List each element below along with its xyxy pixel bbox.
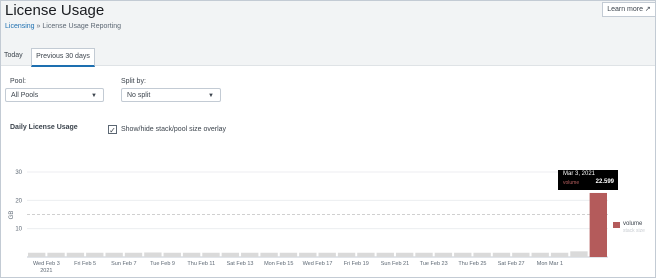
x-tick-label: Wed Feb 3 2021 bbox=[33, 261, 60, 274]
x-tick-label: Mon Feb 15 bbox=[264, 261, 293, 267]
chart-heading: Daily License Usage bbox=[10, 124, 78, 131]
legend-swatch-volume[interactable] bbox=[613, 222, 620, 228]
x-tick-label: Thu Feb 11 bbox=[187, 261, 215, 267]
bar bbox=[531, 252, 549, 257]
bar bbox=[376, 252, 394, 257]
y-tick-label: 30 bbox=[15, 170, 22, 176]
split-by-select[interactable]: No split ▼ bbox=[121, 88, 221, 102]
bar bbox=[299, 252, 317, 257]
tooltip-series: volume bbox=[563, 180, 580, 186]
bar bbox=[415, 252, 433, 257]
bar bbox=[512, 252, 530, 257]
bar bbox=[473, 252, 491, 257]
x-tick-label: Tue Feb 9 bbox=[150, 261, 175, 267]
bar bbox=[66, 252, 85, 257]
split-by-select-value: No split bbox=[127, 92, 151, 99]
tooltip-date: Mar 3, 2021 bbox=[563, 171, 596, 177]
overlay-checkbox[interactable]: ✓ bbox=[108, 125, 117, 135]
x-tick-label: Fri Feb 19 bbox=[344, 261, 369, 267]
bar bbox=[47, 252, 65, 257]
bar bbox=[260, 252, 278, 257]
bar bbox=[434, 252, 453, 257]
tab-today[interactable]: Today bbox=[4, 48, 26, 64]
y-axis-label: GB bbox=[9, 211, 15, 220]
pool-select[interactable]: All Pools ▼ bbox=[5, 88, 104, 102]
legend-label-volume[interactable]: volume bbox=[623, 221, 642, 227]
tab-bar: Today Previous 30 days bbox=[1, 45, 655, 67]
x-tick-label: Sat Feb 13 bbox=[227, 261, 254, 267]
bar bbox=[86, 252, 104, 257]
bar bbox=[589, 192, 607, 257]
x-tick-label: Fri Feb 5 bbox=[74, 261, 96, 267]
checkmark-icon: ✓ bbox=[109, 126, 116, 135]
bar bbox=[144, 252, 162, 257]
breadcrumb-current: License Usage Reporting bbox=[42, 23, 121, 30]
x-tick-label: Sat Feb 27 bbox=[498, 261, 525, 267]
bar bbox=[570, 251, 588, 257]
legend-label-stack-size[interactable]: stack size bbox=[623, 228, 645, 234]
bar bbox=[318, 252, 336, 257]
overlay-checkbox-label: Show/hide stack/pool size overlay bbox=[121, 126, 227, 133]
breadcrumb: Licensing » License Usage Reporting bbox=[5, 23, 121, 30]
bar bbox=[337, 252, 356, 257]
page-header: License Usage Licensing » License Usage … bbox=[1, 1, 656, 45]
y-tick-label: 20 bbox=[15, 198, 22, 204]
chevron-down-icon: ▼ bbox=[208, 93, 214, 99]
bar bbox=[221, 252, 240, 257]
x-tick-label: Sun Feb 21 bbox=[381, 261, 409, 267]
bar bbox=[182, 252, 201, 257]
split-by-label: Split by: bbox=[121, 78, 146, 85]
tab-previous-30-days[interactable]: Previous 30 days bbox=[31, 48, 95, 67]
bar bbox=[163, 252, 181, 257]
bar bbox=[395, 252, 414, 257]
chevron-down-icon: ▼ bbox=[91, 93, 97, 99]
bar bbox=[550, 252, 569, 257]
bar bbox=[492, 252, 511, 257]
learn-more-button[interactable]: Learn more ↗ bbox=[602, 2, 656, 17]
bar bbox=[357, 252, 375, 257]
breadcrumb-separator: » bbox=[36, 23, 41, 30]
bar bbox=[28, 252, 46, 257]
y-tick-label: 10 bbox=[15, 227, 22, 233]
x-tick-label: Tue Feb 23 bbox=[420, 261, 448, 267]
x-tick-label: Sun Feb 7 bbox=[111, 261, 136, 267]
pool-select-value: All Pools bbox=[11, 92, 39, 99]
x-tick-label: Mon Mar 1 bbox=[537, 261, 563, 267]
bar bbox=[124, 252, 143, 257]
x-tick-label: Wed Feb 17 bbox=[303, 261, 333, 267]
bar bbox=[279, 252, 298, 257]
pool-label: Pool: bbox=[10, 78, 26, 85]
tooltip-value: 22.599 bbox=[595, 179, 614, 185]
breadcrumb-licensing-link[interactable]: Licensing bbox=[5, 23, 35, 30]
chart-tooltip: Mar 3, 2021 volume 22.599 bbox=[558, 170, 618, 190]
bar bbox=[202, 252, 220, 257]
bar bbox=[105, 252, 123, 257]
page-title: License Usage bbox=[5, 2, 105, 19]
bar bbox=[241, 252, 259, 257]
bar bbox=[454, 252, 472, 257]
x-tick-label: Thu Feb 25 bbox=[458, 261, 486, 267]
